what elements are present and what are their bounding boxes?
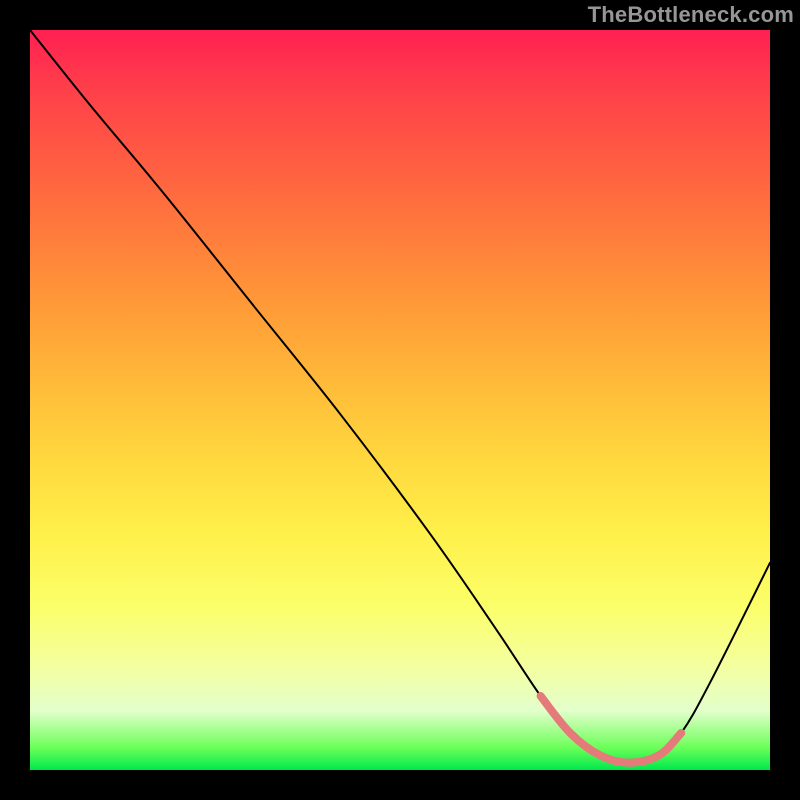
watermark-label: TheBottleneck.com	[588, 2, 794, 28]
highlight-band	[541, 696, 682, 763]
plot-area	[30, 30, 770, 770]
curve-layer	[30, 30, 770, 770]
bottleneck-curve	[30, 30, 770, 763]
chart-stage: TheBottleneck.com	[0, 0, 800, 800]
